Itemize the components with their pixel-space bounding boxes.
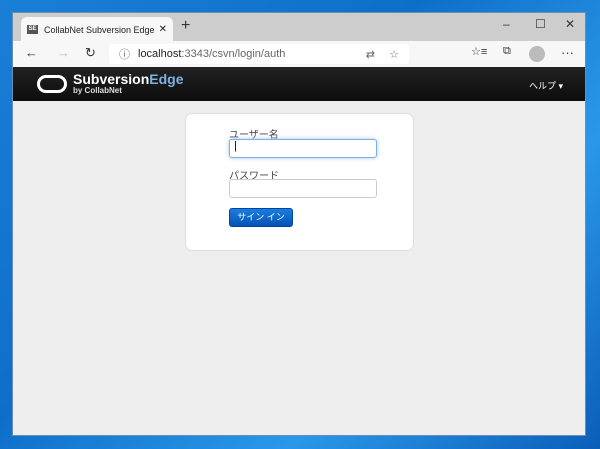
more-menu-icon[interactable]: ··· — [561, 45, 574, 60]
info-icon[interactable]: ⓘ — [119, 46, 130, 62]
favicon: SE — [27, 24, 38, 34]
favorites-icon[interactable]: ☆≡ — [471, 45, 487, 58]
help-menu[interactable]: ヘルプ ▾ — [529, 79, 563, 92]
tab-title: CollabNet Subversion Edge ログイン — [44, 24, 155, 35]
logo[interactable]: SubversionEdge by CollabNet — [37, 72, 183, 95]
url-input[interactable]: ⓘ localhost :3343/csvn/login/auth ⇄ ☆ — [109, 44, 409, 64]
back-icon[interactable]: ← — [25, 45, 38, 60]
maximize-button[interactable]: ☐ — [535, 17, 546, 31]
tab-bar: SE CollabNet Subversion Edge ログイン ✕ + – … — [13, 13, 585, 41]
brand-by: by CollabNet — [73, 86, 122, 95]
username-input[interactable]: | — [229, 139, 377, 158]
brand-main: Subversion — [73, 71, 150, 87]
minimize-button[interactable]: – — [503, 17, 510, 31]
new-tab-button[interactable]: + — [181, 17, 190, 35]
favorite-star-icon[interactable]: ☆ — [389, 48, 399, 61]
profile-avatar-icon[interactable] — [529, 46, 545, 62]
app-navbar: SubversionEdge by CollabNet ヘルプ ▾ — [13, 67, 585, 101]
close-window-button[interactable]: ✕ — [565, 17, 575, 31]
collections-icon[interactable]: ⧉ — [503, 45, 511, 58]
login-card: ユーザー名 | パスワード サイン イン — [185, 113, 414, 251]
url-path: :3343/csvn/login/auth — [181, 48, 286, 60]
refresh-icon[interactable]: ↻ — [85, 45, 96, 61]
translate-icon[interactable]: ⇄ — [366, 48, 375, 61]
forward-icon[interactable]: → — [57, 45, 70, 60]
url-host: localhost — [138, 48, 182, 60]
browser-tab[interactable]: SE CollabNet Subversion Edge ログイン ✕ — [21, 17, 173, 41]
address-bar-row: ← → ↻ ⓘ localhost :3343/csvn/login/auth … — [13, 41, 585, 67]
signin-button[interactable]: サイン イン — [229, 208, 293, 227]
browser-window: SE CollabNet Subversion Edge ログイン ✕ + – … — [12, 12, 586, 436]
password-input[interactable] — [229, 179, 377, 198]
cloud-logo-icon — [37, 74, 67, 93]
brand-accent: Edge — [149, 71, 184, 87]
close-tab-icon[interactable]: ✕ — [159, 24, 167, 35]
